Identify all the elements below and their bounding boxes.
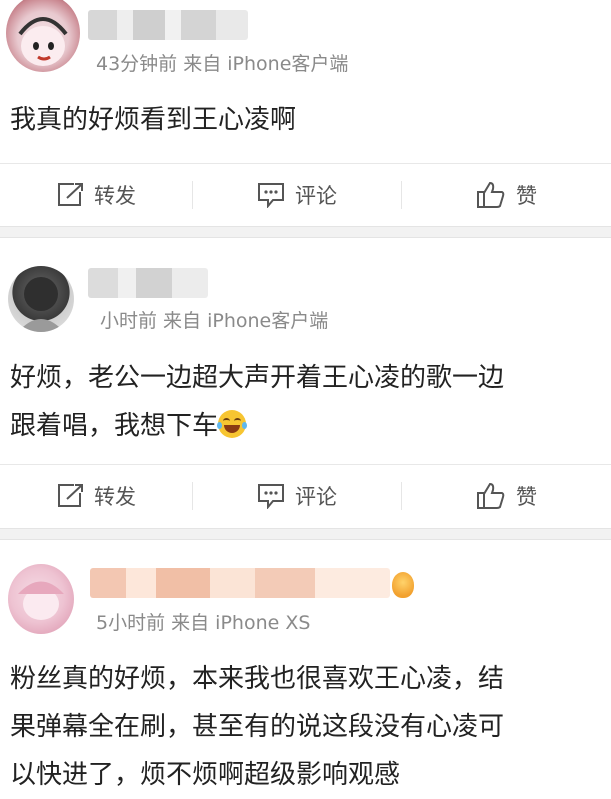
action-bar: 转发 评论 赞 (0, 464, 611, 527)
username-blurred[interactable] (88, 268, 208, 298)
post-content: 粉丝真的好烦，本来我也很喜欢王心凌，结 果弹幕全在刷，甚至有的说这段没有心凌可 … (10, 655, 600, 799)
post-content-line: 跟着唱，我想下车 (10, 402, 600, 450)
action-bar: 转发 评论 赞 (0, 163, 611, 226)
post-meta: 5小时前 来自 iPhone XS (96, 612, 311, 634)
thumbs-up-icon (477, 482, 505, 509)
like-label: 赞 (516, 485, 537, 509)
post-content: 我真的好烦看到王心凌啊 (10, 105, 297, 135)
repost-label: 转发 (94, 184, 136, 208)
post-content-line: 以快进了，烦不烦啊超级影响观感 (10, 760, 401, 790)
repost-icon (58, 183, 83, 206)
post-separator (0, 226, 611, 238)
laughing-tears-emoji (217, 410, 248, 438)
post-content-line: 果弹幕全在刷，甚至有的说这段没有心凌可 (10, 712, 505, 742)
like-button[interactable]: 赞 (402, 164, 611, 226)
avatar[interactable] (8, 266, 74, 332)
weibo-post-2: 小时前 来自 iPhone客户端 好烦，老公一边超大声开着王心凌的歌一边 跟着唱… (0, 238, 611, 528)
avatar-illustration (18, 581, 64, 620)
post-content-line: 好烦，老公一边超大声开着王心凌的歌一边 (10, 363, 505, 393)
thumbs-up-icon (477, 181, 505, 208)
repost-button[interactable]: 转发 (0, 465, 192, 527)
post-meta: 小时前 来自 iPhone客户端 (100, 310, 329, 332)
comment-button[interactable]: 评论 (193, 164, 401, 226)
username-blurred[interactable] (90, 568, 390, 598)
post-content: 好烦，老公一边超大声开着王心凌的歌一边 跟着唱，我想下车 (10, 354, 600, 450)
comment-label: 评论 (295, 485, 337, 509)
username-blurred[interactable] (88, 10, 248, 40)
post-content-line: 粉丝真的好烦，本来我也很喜欢王心凌，结 (10, 664, 505, 694)
like-label: 赞 (516, 184, 537, 208)
comment-button[interactable]: 评论 (193, 465, 401, 527)
repost-icon (58, 484, 83, 507)
repost-label: 转发 (94, 485, 136, 509)
weibo-post-3: 5小时前 来自 iPhone XS 粉丝真的好烦，本来我也很喜欢王心凌，结 果弹… (0, 540, 611, 790)
post-content-text: 跟着唱，我想下车 (10, 411, 219, 441)
comment-icon (258, 183, 284, 208)
avatar-illustration (18, 277, 64, 332)
avatar[interactable] (6, 0, 80, 72)
avatar[interactable] (8, 564, 74, 634)
avatar-illustration (18, 17, 68, 66)
like-button[interactable]: 赞 (402, 465, 611, 527)
comment-icon (258, 484, 284, 509)
post-meta: 43分钟前 来自 iPhone客户端 (96, 53, 349, 75)
weibo-post-1: 43分钟前 来自 iPhone客户端 我真的好烦看到王心凌啊 转发 评论 赞 (0, 0, 611, 226)
repost-button[interactable]: 转发 (0, 164, 192, 226)
comment-label: 评论 (295, 184, 337, 208)
member-badge-icon[interactable] (392, 572, 414, 598)
post-separator (0, 528, 611, 540)
